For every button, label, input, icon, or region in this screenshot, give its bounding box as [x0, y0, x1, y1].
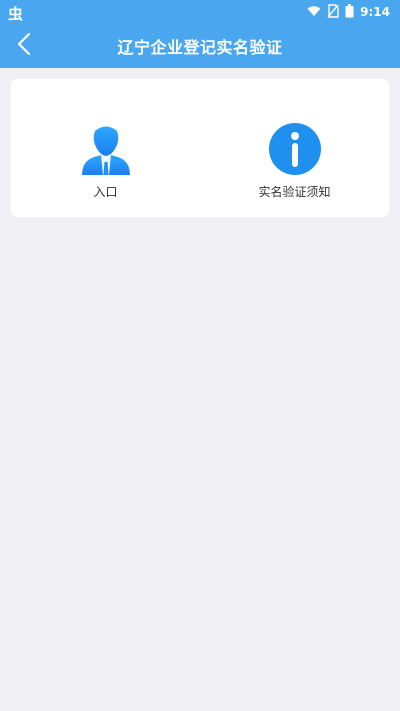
page-title: 辽宁企业登记实名验证 [117, 38, 283, 57]
info-circle-icon [267, 121, 323, 177]
entry-label: 入口 [93, 185, 118, 199]
status-left-icon: 虫 [8, 5, 24, 23]
wifi-icon [307, 5, 321, 20]
top-bar: 虫 9:14 辽宁企业登记实名验证 [0, 0, 400, 68]
verification-notice-label: 实名验证须知 [258, 185, 331, 199]
menu-card: 入口 实名验证须知 [11, 79, 389, 217]
user-silhouette-icon [78, 121, 134, 177]
status-bar: 虫 9:14 [0, 0, 400, 24]
nav-bar: 辽宁企业登记实名验证 [0, 24, 400, 68]
entry-tile[interactable]: 入口 [11, 79, 200, 217]
sim-off-icon [327, 3, 339, 21]
battery-icon [345, 3, 354, 21]
status-right-icons: 9:14 [307, 3, 390, 21]
back-button[interactable] [10, 32, 38, 60]
status-time: 9:14 [360, 5, 390, 19]
verification-notice-tile[interactable]: 实名验证须知 [200, 79, 389, 217]
chevron-left-icon [17, 32, 31, 59]
